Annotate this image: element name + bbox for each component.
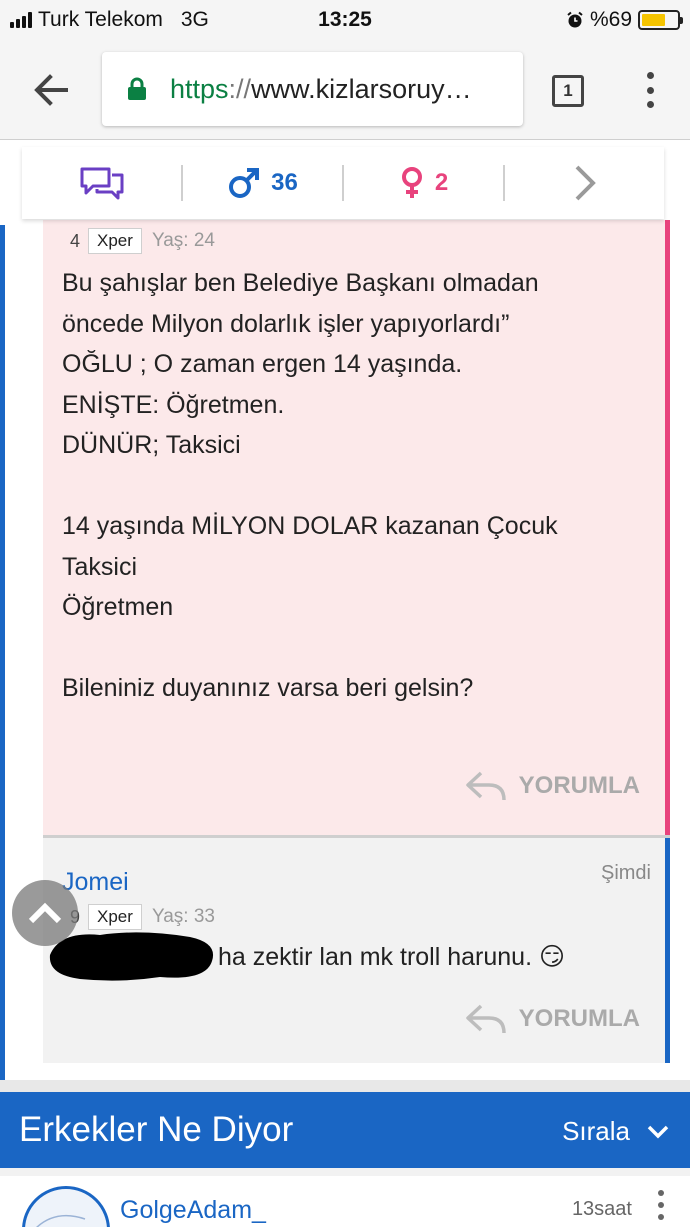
answer-timestamp: 13saat — [571, 1198, 632, 1220]
opinion-stats-bar: 36 2 — [22, 147, 664, 219]
tab-switcher-button[interactable]: 1 — [552, 75, 584, 107]
reply-label: YORUMLA — [518, 1005, 640, 1032]
dot-icon — [646, 101, 654, 108]
thread-accent-line — [0, 225, 5, 1225]
dot-icon — [646, 72, 654, 79]
arrow-left-icon — [34, 74, 68, 106]
xper-level: 4 — [70, 230, 81, 251]
answer-username[interactable]: GolgeAdam_ — [120, 1196, 266, 1225]
comment-text: ha zektir lan mk troll harunu. 😏 — [218, 943, 566, 971]
user-age: Yaş: 24 — [151, 230, 215, 251]
battery-percent: %69 — [589, 8, 632, 31]
reply-label: YORUMLA — [518, 772, 640, 799]
section-gap — [0, 1080, 690, 1092]
url-separator: :// — [228, 73, 252, 104]
female-symbol-icon — [401, 167, 422, 198]
browser-toolbar: https://www.kizlarsoruy… 1 — [0, 40, 690, 140]
comment-timestamp: Şimdi — [600, 862, 651, 884]
answer-meta: 4 Xper Yaş: 24 — [70, 228, 215, 254]
female-answer-count: 2 — [434, 169, 449, 196]
section-gap — [0, 1168, 690, 1176]
dot-icon — [646, 86, 654, 94]
chevron-down-icon — [647, 1125, 669, 1138]
dot-icon — [658, 1214, 664, 1220]
alarm-icon — [567, 11, 583, 28]
browser-menu-button[interactable] — [640, 72, 660, 108]
battery-fill — [642, 14, 666, 26]
comments-tab[interactable] — [22, 147, 181, 219]
reply-button[interactable]: YORUMLA — [465, 770, 640, 802]
xper-badge: Xper — [88, 228, 142, 254]
sort-label: Sırala — [562, 1116, 630, 1146]
avatar-sketch-icon — [36, 1214, 86, 1227]
section-header: Erkekler Ne Diyor Sırala — [0, 1092, 690, 1168]
avatar[interactable] — [22, 1186, 110, 1227]
comment-username[interactable]: Jomei — [62, 868, 129, 897]
address-bar[interactable]: https://www.kizlarsoruy… — [102, 52, 523, 126]
lock-icon — [126, 77, 148, 101]
back-button[interactable] — [30, 70, 74, 110]
reply-arrow-icon — [465, 1004, 506, 1034]
section-title: Erkekler Ne Diyor — [19, 1110, 294, 1149]
scroll-to-top-button[interactable] — [12, 880, 78, 946]
female-answers-tab[interactable]: 2 — [344, 147, 503, 219]
answer-card: 4 Xper Yaş: 24 Bu şahışlar ben Belediye … — [43, 220, 670, 835]
male-answers-tab[interactable]: 36 — [183, 147, 342, 219]
dot-icon — [658, 1190, 664, 1196]
dot-icon — [658, 1202, 664, 1208]
url-host: www.kizlarsoruy… — [251, 73, 472, 104]
reply-button[interactable]: YORUMLA — [465, 1003, 640, 1035]
answer-text: Bu şahışlar ben Belediye Başkanı olmadan… — [62, 269, 558, 702]
male-answer-count: 36 — [271, 169, 298, 196]
more-options-button[interactable] — [656, 1190, 666, 1227]
battery-icon — [638, 10, 683, 30]
answer-card: GolgeAdam_ 13saat — [0, 1176, 690, 1227]
chevron-up-icon — [28, 902, 62, 924]
next-tab-button[interactable] — [505, 147, 664, 219]
reply-arrow-icon — [465, 771, 506, 801]
status-right: %69 — [566, 8, 683, 32]
male-symbol-icon — [229, 168, 260, 198]
page: Turk Telekom 3G 13:25 %69 https:// www.… — [0, 0, 690, 1227]
url-scheme: https — [170, 73, 229, 104]
chevron-right-icon — [575, 165, 596, 201]
chat-bubbles-icon — [80, 167, 123, 200]
status-bar: Turk Telekom 3G 13:25 %69 — [0, 0, 690, 40]
sort-button[interactable]: Sırala — [562, 1116, 670, 1147]
